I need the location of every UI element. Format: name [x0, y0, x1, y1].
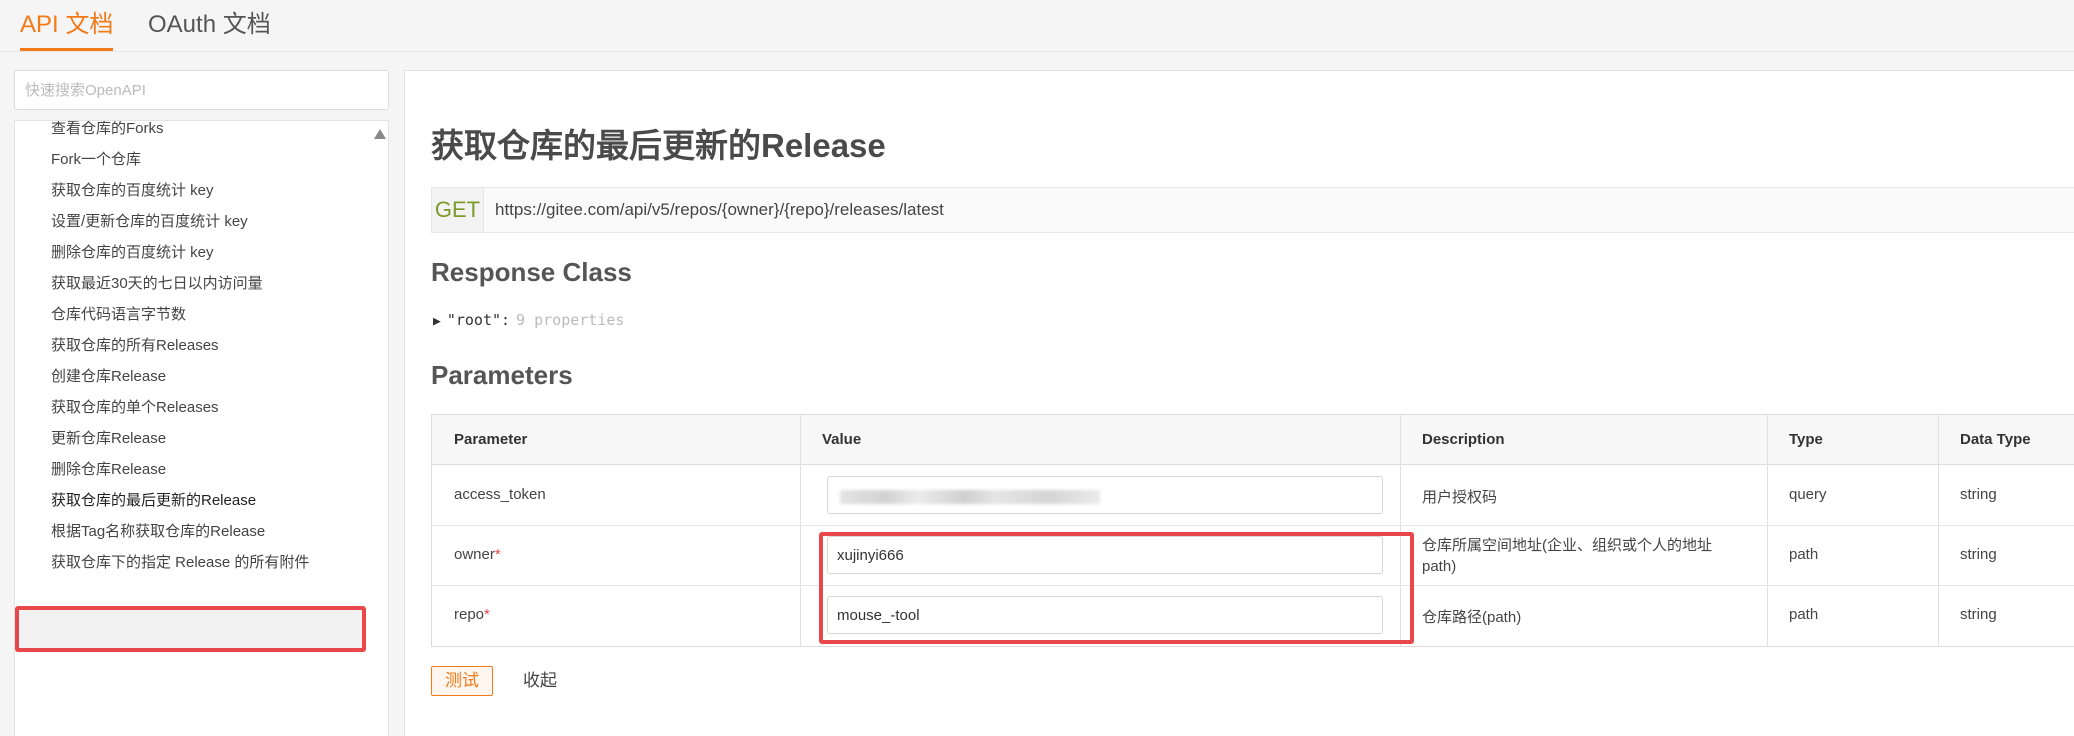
param-type: path: [1789, 606, 1819, 623]
parameters-heading: Parameters: [431, 360, 573, 390]
tab-api-docs[interactable]: API 文档: [20, 10, 114, 51]
param-description: 仓库路径(path): [1422, 609, 1522, 626]
sidebar-item[interactable]: 仓库代码语言字节数: [51, 300, 186, 330]
sidebar-item[interactable]: 查看仓库的Forks: [51, 121, 164, 144]
required-star: *: [484, 606, 490, 623]
endpoint-url: https://gitee.com/api/v5/repos/{owner}/{…: [495, 200, 944, 219]
tab-oauth-docs[interactable]: OAuth 文档: [148, 10, 271, 40]
param-name: access_token: [454, 486, 546, 503]
schema-root-key[interactable]: "root":: [447, 311, 510, 329]
required-star: *: [494, 546, 501, 563]
schema-root: ▶ "root": 9 properties: [433, 311, 624, 329]
row-divider: [432, 585, 2074, 586]
redacted-token: [840, 490, 1100, 504]
sidebar-item[interactable]: 删除仓库Release: [51, 455, 166, 485]
repo-field[interactable]: [827, 596, 1383, 634]
param-name: owner*: [454, 546, 501, 563]
sidebar-item[interactable]: 删除仓库的百度统计 key: [51, 238, 214, 268]
sidebar: 查看仓库的Forks Fork一个仓库 获取仓库的百度统计 key 设置/更新仓…: [14, 120, 389, 736]
sidebar-item[interactable]: 创建仓库Release: [51, 362, 166, 392]
search-input[interactable]: [14, 70, 389, 110]
sidebar-item[interactable]: 获取仓库下的指定 Release 的所有附件: [51, 548, 309, 578]
column-divider: [1400, 415, 1401, 646]
sidebar-item[interactable]: 更新仓库Release: [51, 424, 166, 454]
param-data-type: string: [1960, 606, 1997, 623]
sidebar-item[interactable]: 获取仓库的百度统计 key: [51, 176, 214, 206]
sidebar-item[interactable]: 获取最近30天的七日以内访问量: [51, 269, 263, 299]
column-divider: [1938, 415, 1939, 646]
top-tab-bar: API 文档 OAuth 文档: [0, 0, 2074, 52]
sidebar-item[interactable]: 设置/更新仓库的百度统计 key: [51, 207, 248, 237]
column-header: Value: [822, 431, 862, 448]
expand-triangle-icon[interactable]: ▶: [433, 314, 441, 329]
scroll-up-arrow-icon[interactable]: [374, 129, 386, 139]
table-header-row: Parameter Value Description Type Data Ty…: [432, 415, 2074, 465]
main-panel: 获取仓库的最后更新的Release GET https://gitee.com/…: [404, 70, 2074, 736]
column-divider: [800, 415, 801, 646]
sidebar-item[interactable]: 获取仓库的单个Releases: [51, 393, 219, 423]
param-type: path: [1789, 546, 1819, 563]
column-header: Data Type: [1960, 431, 2031, 448]
page-title: 获取仓库的最后更新的Release: [431, 127, 886, 164]
parameters-table: Parameter Value Description Type Data Ty…: [431, 414, 2074, 647]
http-method-badge: GET: [432, 188, 484, 232]
owner-field[interactable]: [827, 536, 1383, 574]
param-description: 用户授权码: [1422, 489, 1498, 506]
param-description: 仓库所属空间地址(企业、组织或个人的地址path): [1422, 537, 1712, 575]
test-button[interactable]: 测试: [431, 666, 493, 696]
sidebar-item[interactable]: Fork一个仓库: [51, 145, 141, 175]
sidebar-item[interactable]: 获取仓库的所有Releases: [51, 331, 219, 361]
param-data-type: string: [1960, 546, 1997, 563]
active-item-highlight: [15, 606, 366, 652]
param-name: repo*: [454, 606, 490, 623]
schema-properties-count[interactable]: 9 properties: [516, 311, 624, 329]
sidebar-item[interactable]: 根据Tag名称获取仓库的Release: [51, 517, 265, 547]
param-data-type: string: [1960, 486, 1997, 503]
sidebar-item-active[interactable]: 获取仓库的最后更新的Release: [51, 486, 256, 516]
column-header: Description: [1422, 431, 1505, 448]
column-header: Parameter: [454, 431, 528, 448]
column-divider: [1767, 415, 1768, 646]
param-type: query: [1789, 486, 1827, 503]
column-header: Type: [1789, 431, 1823, 448]
collapse-link[interactable]: 收起: [523, 667, 557, 695]
endpoint-bar: GET https://gitee.com/api/v5/repos/{owne…: [431, 187, 2074, 233]
response-class-heading: Response Class: [431, 257, 632, 287]
row-divider: [432, 525, 2074, 526]
